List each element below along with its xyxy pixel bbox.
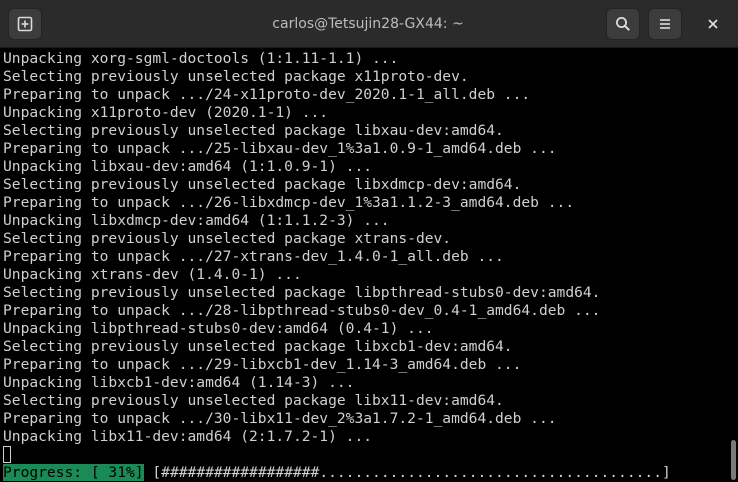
title-bar: carlos@Tetsujin28-GX44: ~ [0, 0, 738, 48]
terminal-line: Preparing to unpack .../26-libxdmcp-dev_… [3, 194, 575, 211]
terminal-line: Unpacking libxau-dev:amd64 (1:1.0.9-1) .… [3, 158, 373, 175]
hamburger-menu-icon [657, 16, 673, 32]
close-button[interactable] [696, 8, 730, 40]
text-cursor [3, 446, 11, 463]
terminal-line: Selecting previously unselected package … [3, 176, 522, 193]
terminal-line: Preparing to unpack .../30-libx11-dev_2%… [3, 410, 557, 427]
terminal-line: Unpacking libx11-dev:amd64 (2:1.7.2-1) .… [3, 428, 373, 445]
progress-label: Progress: [ 31%] [3, 464, 144, 481]
new-tab-button[interactable] [8, 8, 42, 40]
cursor-line [3, 446, 727, 464]
search-icon [615, 16, 631, 32]
close-icon [706, 17, 720, 31]
scrollbar[interactable] [729, 50, 738, 482]
terminal-line: Unpacking xtrans-dev (1.4.0-1) ... [3, 266, 302, 283]
new-tab-icon [17, 16, 33, 32]
progress-bar: [##################.....................… [152, 464, 671, 481]
terminal-line: Selecting previously unselected package … [3, 68, 469, 85]
terminal-line: Preparing to unpack .../29-libxcb1-dev_1… [3, 356, 522, 373]
terminal-line: Unpacking libpthread-stubs0-dev:amd64 (0… [3, 320, 434, 337]
terminal-line: Selecting previously unselected package … [3, 284, 601, 301]
terminal-line: Preparing to unpack .../28-libpthread-st… [3, 302, 601, 319]
terminal-line: Unpacking xorg-sgml-doctools (1:1.11-1.1… [3, 50, 399, 67]
terminal-line: Selecting previously unselected package … [3, 338, 513, 355]
progress-line: Progress: [ 31%] [##################....… [3, 464, 671, 482]
terminal-line: Preparing to unpack .../25-libxau-dev_1%… [3, 140, 557, 157]
search-button[interactable] [606, 8, 640, 40]
terminal-output[interactable]: Unpacking xorg-sgml-doctools (1:1.11-1.1… [3, 50, 727, 482]
terminal-line: Selecting previously unselected package … [3, 392, 504, 409]
menu-button[interactable] [648, 8, 682, 40]
terminal-window: carlos@Tetsujin28-GX44: ~ Unpacking xorg… [0, 0, 738, 482]
terminal-line: Unpacking libxcb1-dev:amd64 (1.14-3) ... [3, 374, 355, 391]
terminal-line: Unpacking libxdmcp-dev:amd64 (1:1.1.2-3)… [3, 212, 390, 229]
terminal-line: Preparing to unpack .../24-x11proto-dev_… [3, 86, 531, 103]
terminal-line: Preparing to unpack .../27-xtrans-dev_1.… [3, 248, 504, 265]
terminal-line: Selecting previously unselected package … [3, 230, 452, 247]
window-title: carlos@Tetsujin28-GX44: ~ [272, 16, 464, 32]
terminal-line: Unpacking x11proto-dev (2020.1-1) ... [3, 104, 329, 121]
scrollbar-thumb[interactable] [731, 440, 736, 480]
terminal-line: Selecting previously unselected package … [3, 122, 504, 139]
